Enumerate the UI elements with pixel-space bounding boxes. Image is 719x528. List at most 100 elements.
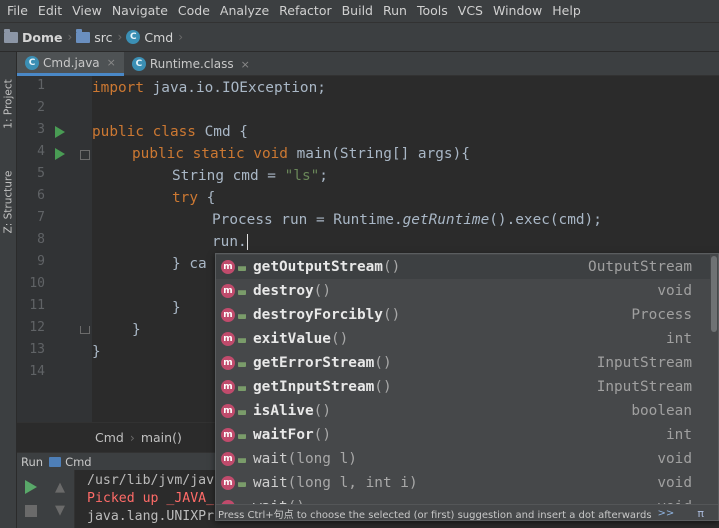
suggestion-item[interactable]: m destroy() void: [216, 279, 712, 303]
breadcrumb-label: Cmd: [144, 29, 174, 45]
suggestion-params: (): [382, 307, 401, 323]
line-number: 1: [37, 78, 45, 93]
suggestion-name: getInputStream: [253, 379, 375, 395]
line-number: 6: [37, 188, 45, 203]
public-visibility-icon: [238, 458, 246, 463]
structure-tool-label: Z: Structure: [2, 170, 15, 234]
suggestion-item[interactable]: m wait (long l) void: [216, 447, 712, 471]
menu-refactor[interactable]: Refactor: [274, 0, 336, 22]
class-icon: C: [131, 57, 146, 71]
menu-build[interactable]: Build: [337, 0, 378, 22]
breadcrumb-label: src: [94, 29, 113, 45]
suggestion-name: destroy: [253, 283, 314, 299]
close-icon[interactable]: ×: [241, 58, 250, 71]
line-number: 4: [37, 144, 45, 159]
suggestion-name: wait: [253, 451, 288, 467]
menu-bar: File Edit View Navigate Code Analyze Ref…: [0, 0, 719, 22]
arrow-down-icon[interactable]: ▼: [55, 503, 65, 518]
arrow-up-icon[interactable]: ▲: [55, 480, 65, 495]
suggestion-type: void: [657, 475, 692, 491]
suggestion-item[interactable]: m isAlive() boolean: [216, 399, 712, 423]
suggestion-type: void: [657, 283, 692, 299]
method-icon: m: [221, 308, 235, 322]
code-completion-popup: m getOutputStream() OutputStream m destr…: [215, 253, 719, 521]
suggestion-item[interactable]: m getOutputStream() OutputStream: [216, 255, 712, 279]
breadcrumb-src[interactable]: src ›: [76, 28, 126, 45]
breadcrumb-project[interactable]: Dome ›: [4, 28, 76, 45]
suggestion-params: (): [313, 283, 331, 299]
public-visibility-icon: [238, 386, 246, 391]
menu-code[interactable]: Code: [173, 0, 215, 22]
chevron-right-icon: ›: [117, 30, 123, 44]
code-line-13: }: [92, 341, 101, 363]
menu-vcs[interactable]: VCS: [453, 0, 488, 22]
menu-window[interactable]: Window: [488, 0, 547, 22]
menu-analyze[interactable]: Analyze: [215, 0, 274, 22]
run-config-tab[interactable]: Cmd: [65, 455, 92, 469]
suggestion-item[interactable]: m exitValue() int: [216, 327, 712, 351]
menu-help[interactable]: Help: [547, 0, 586, 22]
menu-view[interactable]: View: [67, 0, 107, 22]
suggestion-params: (): [374, 355, 392, 371]
menu-file[interactable]: File: [2, 0, 33, 22]
suggestion-item[interactable]: m wait (long l, int i) void: [216, 471, 712, 495]
code-text: ;: [319, 168, 328, 184]
stop-icon[interactable]: [25, 505, 37, 517]
run-class-icon[interactable]: [55, 126, 65, 138]
breadcrumb-class[interactable]: Cmd: [95, 430, 124, 445]
keyword: public class: [92, 124, 196, 140]
console-line-error: Picked up _JAVA_: [87, 491, 215, 506]
keyword: import: [92, 80, 144, 96]
rerun-icon[interactable]: [25, 480, 37, 494]
suggestion-type: InputStream: [596, 379, 692, 395]
suggestion-params: (): [330, 331, 349, 347]
tab-runtime-class[interactable]: C Runtime.class ×: [124, 52, 258, 76]
public-visibility-icon: [238, 314, 246, 319]
keyword: try: [172, 190, 198, 206]
suggestion-type: boolean: [631, 403, 692, 419]
suggestion-item[interactable]: m getErrorStream() InputStream: [216, 351, 712, 375]
suggestion-name: destroyForcibly: [253, 307, 383, 323]
line-number: 8: [37, 232, 45, 247]
class-icon: C: [25, 55, 39, 70]
popup-hint-text: Press Ctrl+句点 to choose the selected (or…: [218, 510, 652, 521]
suggestion-name: wait: [253, 475, 288, 491]
structure-tool-tab[interactable]: Z: Structure: [0, 160, 17, 244]
popup-hint-more-link[interactable]: >>: [658, 508, 675, 519]
code-line-12: }: [132, 319, 141, 341]
fold-marker-icon[interactable]: [80, 150, 90, 160]
suggestion-type: int: [666, 427, 692, 443]
fold-end-icon[interactable]: [80, 326, 90, 334]
run-main-icon[interactable]: [55, 148, 65, 160]
tab-cmd-java[interactable]: C Cmd.java ×: [17, 52, 124, 76]
method-icon: m: [221, 356, 235, 370]
suggestion-item[interactable]: m destroyForcibly() Process: [216, 303, 712, 327]
code-line-1: import java.io.IOException;: [92, 77, 326, 99]
class-icon: C: [126, 30, 141, 44]
folder-icon: [76, 28, 91, 43]
suggestion-name: exitValue: [253, 331, 331, 347]
popup-scrollbar-thumb[interactable]: [711, 256, 717, 332]
suggestion-type: InputStream: [596, 355, 692, 371]
suggestion-item[interactable]: m getInputStream() InputStream: [216, 375, 712, 399]
code-line-11: }: [172, 297, 181, 319]
menu-tools[interactable]: Tools: [412, 0, 453, 22]
popup-scrollbar[interactable]: [710, 254, 718, 502]
line-number: 2: [37, 100, 45, 115]
pin-icon[interactable]: π: [697, 507, 704, 520]
navigation-bar: Dome › src › C Cmd ›: [0, 22, 719, 52]
menu-navigate[interactable]: Navigate: [107, 0, 173, 22]
code-text: main(String[] args){: [287, 146, 470, 162]
close-icon[interactable]: ×: [107, 56, 116, 69]
project-tool-tab[interactable]: 1: Project: [0, 66, 17, 142]
menu-edit[interactable]: Edit: [33, 0, 67, 22]
code-line-3: public class Cmd {: [92, 121, 248, 143]
suggestion-item[interactable]: m waitFor() int: [216, 423, 712, 447]
chevron-right-icon: ›: [67, 30, 73, 44]
keyword: public static void: [132, 146, 288, 162]
breadcrumb-method[interactable]: main(): [141, 430, 182, 445]
breadcrumb-class[interactable]: C Cmd ›: [126, 30, 187, 45]
string-literal: "ls": [284, 168, 320, 184]
menu-run[interactable]: Run: [378, 0, 412, 22]
method-icon: m: [221, 404, 235, 418]
